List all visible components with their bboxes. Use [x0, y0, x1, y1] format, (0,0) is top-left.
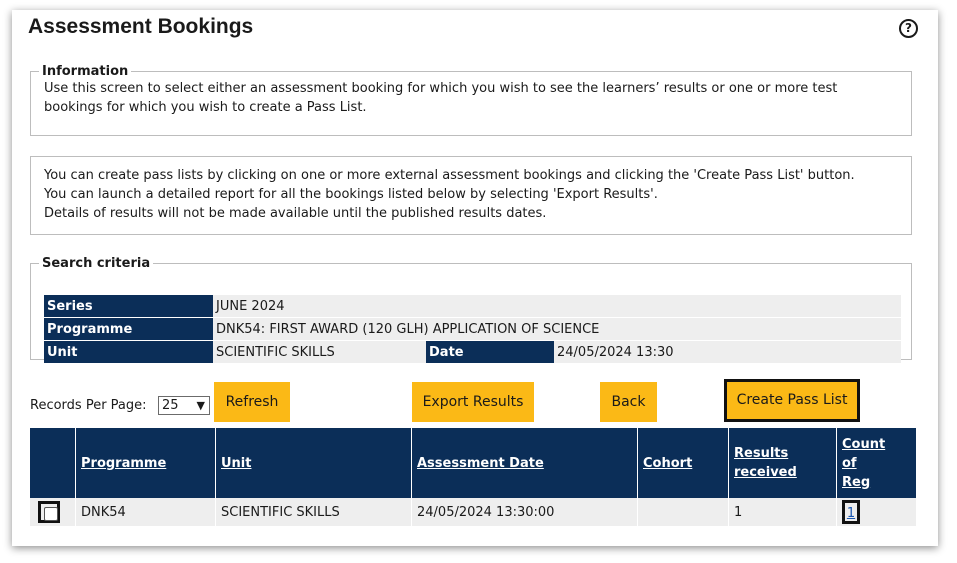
records-per-page-label: Records Per Page: — [30, 398, 147, 413]
bookings-table: Programme Unit Assessment Date Cohort Re… — [30, 428, 916, 526]
series-label: Series — [44, 295, 213, 318]
instructions-box: You can create pass lists by clicking on… — [30, 156, 912, 235]
records-per-page-select[interactable]: 25 ▼ — [158, 396, 210, 415]
count-of-reg-link[interactable]: 1 — [847, 506, 855, 521]
unit-label: Unit — [44, 340, 213, 364]
results-received-column-header[interactable]: Results received — [728, 428, 837, 498]
unit-value: SCIENTIFIC SKILLS — [213, 340, 426, 364]
information-box: Information Use this screen to select ei… — [30, 64, 912, 136]
search-criteria-legend: Search criteria — [42, 256, 151, 271]
instructions-line-1: You can create pass lists by clicking on… — [44, 168, 855, 183]
row-assessment-date: 24/05/2024 13:30:00 — [411, 498, 638, 526]
cohort-column-header[interactable]: Cohort — [637, 428, 729, 498]
refresh-button[interactable]: Refresh — [214, 382, 290, 422]
page-title: Assessment Bookings — [28, 15, 254, 38]
assessment-date-column-header[interactable]: Assessment Date — [411, 428, 638, 498]
information-text: Use this screen to select either an asse… — [44, 81, 838, 115]
table-row: DNK54 SCIENTIFIC SKILLS 24/05/2024 13:30… — [30, 498, 916, 526]
select-column-header — [30, 428, 76, 498]
count-of-reg-line-2: of — [842, 455, 857, 471]
instructions-line-3: Details of results will not be made avai… — [44, 206, 547, 221]
series-value: JUNE 2024 — [213, 295, 901, 318]
search-criteria-table: Series JUNE 2024 Programme DNK54: FIRST … — [44, 295, 901, 364]
count-of-reg-line-1: Count — [842, 436, 886, 452]
records-per-page-value: 25 — [162, 398, 179, 413]
row-unit: SCIENTIFIC SKILLS — [215, 498, 412, 526]
row-cohort — [637, 498, 729, 526]
chevron-down-icon: ▼ — [196, 399, 205, 412]
row-programme: DNK54 — [75, 498, 216, 526]
search-criteria-box: Search criteria Series JUNE 2024 Program… — [30, 256, 912, 364]
row-select-checkbox[interactable] — [38, 501, 60, 523]
instructions-line-2: You can launch a detailed report for all… — [44, 187, 658, 202]
row-results-received: 1 — [728, 498, 837, 526]
programme-value: DNK54: FIRST AWARD (120 GLH) APPLICATION… — [213, 317, 901, 341]
export-results-button[interactable]: Export Results — [412, 382, 534, 422]
create-pass-list-button[interactable]: Create Pass List — [724, 379, 860, 422]
back-button[interactable]: Back — [600, 382, 657, 422]
date-value: 24/05/2024 13:30 — [554, 340, 901, 364]
programme-column-header[interactable]: Programme — [75, 428, 216, 498]
information-legend: Information — [42, 64, 129, 79]
count-of-reg-box: 1 — [842, 500, 860, 524]
help-icon[interactable]: ? — [899, 19, 918, 38]
count-of-reg-column-header[interactable]: Count of Reg — [836, 428, 916, 498]
assessment-bookings-panel: Assessment Bookings ? Information Use th… — [12, 10, 938, 546]
programme-label: Programme — [44, 317, 213, 341]
results-received-line-2: received — [734, 465, 797, 480]
count-of-reg-line-3: Reg — [842, 474, 871, 490]
date-label: Date — [426, 340, 554, 364]
row-count-of-reg-cell: 1 — [836, 498, 916, 526]
row-select-cell — [30, 498, 76, 526]
results-received-line-1: Results — [734, 446, 789, 461]
table-header-row: Programme Unit Assessment Date Cohort Re… — [30, 428, 916, 498]
unit-column-header[interactable]: Unit — [215, 428, 412, 498]
